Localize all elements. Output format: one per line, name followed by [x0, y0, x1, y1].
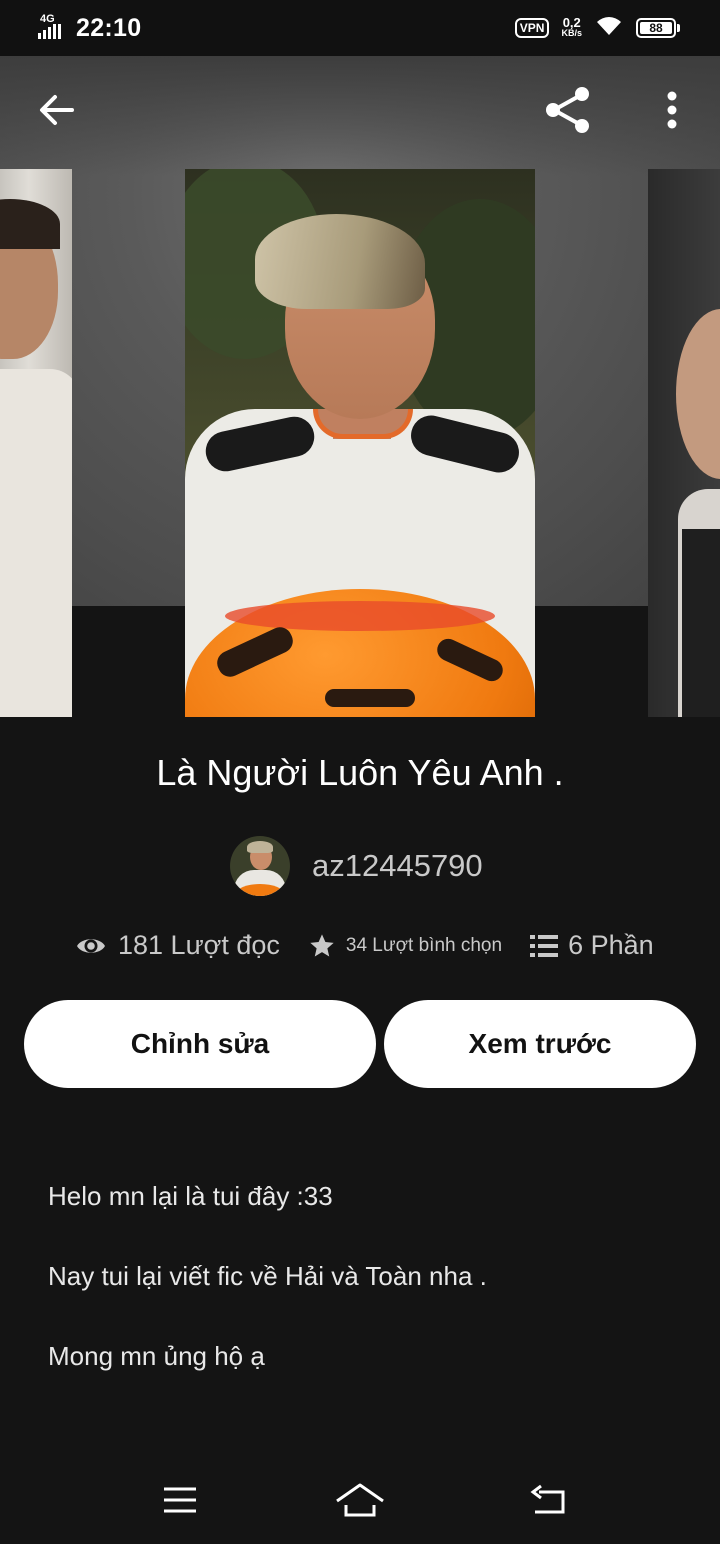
menu-icon — [162, 1485, 198, 1520]
eye-icon — [76, 935, 106, 957]
story-title: Là Người Luôn Yêu Anh . — [156, 752, 564, 793]
arrow-left-icon — [36, 90, 76, 135]
edit-button[interactable]: Chỉnh sửa — [24, 1000, 376, 1088]
share-button[interactable] — [538, 82, 598, 142]
signal-icon: 4G — [38, 13, 70, 42]
status-right: VPN 0,2 KB/s 88 — [514, 15, 680, 42]
wifi-icon — [594, 15, 624, 42]
system-navbar — [0, 1460, 720, 1544]
avatar[interactable] — [230, 836, 290, 896]
story-description: Helo mn lại là tui đây :33 Nay tui lại v… — [48, 1178, 487, 1418]
description-line: Helo mn lại là tui đây :33 — [48, 1181, 333, 1211]
list-icon — [530, 934, 559, 958]
star-icon — [308, 932, 336, 960]
description-line: Mong mn ủng hộ ạ — [48, 1341, 265, 1371]
clock: 22:10 — [76, 13, 142, 42]
header-shade — [0, 56, 720, 176]
network-speed: 0,2 KB/s — [561, 15, 582, 39]
cover-current[interactable] — [185, 169, 535, 717]
speed-unit: KB/s — [561, 28, 582, 38]
author-row[interactable]: az12445790 — [230, 836, 483, 896]
return-icon — [529, 1484, 567, 1521]
description-line: Nay tui lại viết fic về Hải và Toàn nha … — [48, 1261, 487, 1291]
nav-menu-button[interactable] — [150, 1472, 210, 1532]
nav-home-button[interactable] — [330, 1472, 390, 1532]
home-icon — [335, 1483, 385, 1522]
parts-stat: 6 Phần — [530, 930, 654, 961]
share-icon — [543, 85, 593, 140]
story-details-screen: 4G 22:10 VPN 0,2 KB/s 88 Là Người Luôn Y… — [0, 0, 720, 1544]
cover-next[interactable] — [648, 169, 720, 717]
battery-icon: 88 — [636, 18, 680, 38]
vpn-badge: VPN — [514, 18, 550, 38]
status-bar: 4G 22:10 VPN 0,2 KB/s 88 — [0, 0, 720, 56]
cover-previous[interactable] — [0, 169, 72, 717]
story-stats: 181 Lượt đọc 34 Lượt bình chọn 6 Phần — [76, 930, 654, 961]
author-name[interactable]: az12445790 — [312, 848, 483, 884]
preview-button[interactable]: Xem trước — [384, 1000, 696, 1088]
status-left: 4G 22:10 — [38, 13, 142, 43]
reads-count: 181 Lượt đọc — [118, 930, 280, 960]
nav-back-button[interactable] — [518, 1472, 578, 1532]
votes-stat: 34 Lượt bình chọn — [308, 932, 502, 960]
reads-stat: 181 Lượt đọc — [76, 930, 280, 961]
back-button[interactable] — [26, 82, 86, 142]
more-options-button[interactable] — [642, 82, 702, 142]
votes-count: 34 Lượt bình chọn — [345, 934, 503, 956]
parts-count: 6 Phần — [568, 930, 654, 960]
more-vertical-icon — [666, 90, 678, 135]
battery-level: 88 — [640, 21, 672, 35]
speed-value: 0,2 — [562, 15, 581, 30]
